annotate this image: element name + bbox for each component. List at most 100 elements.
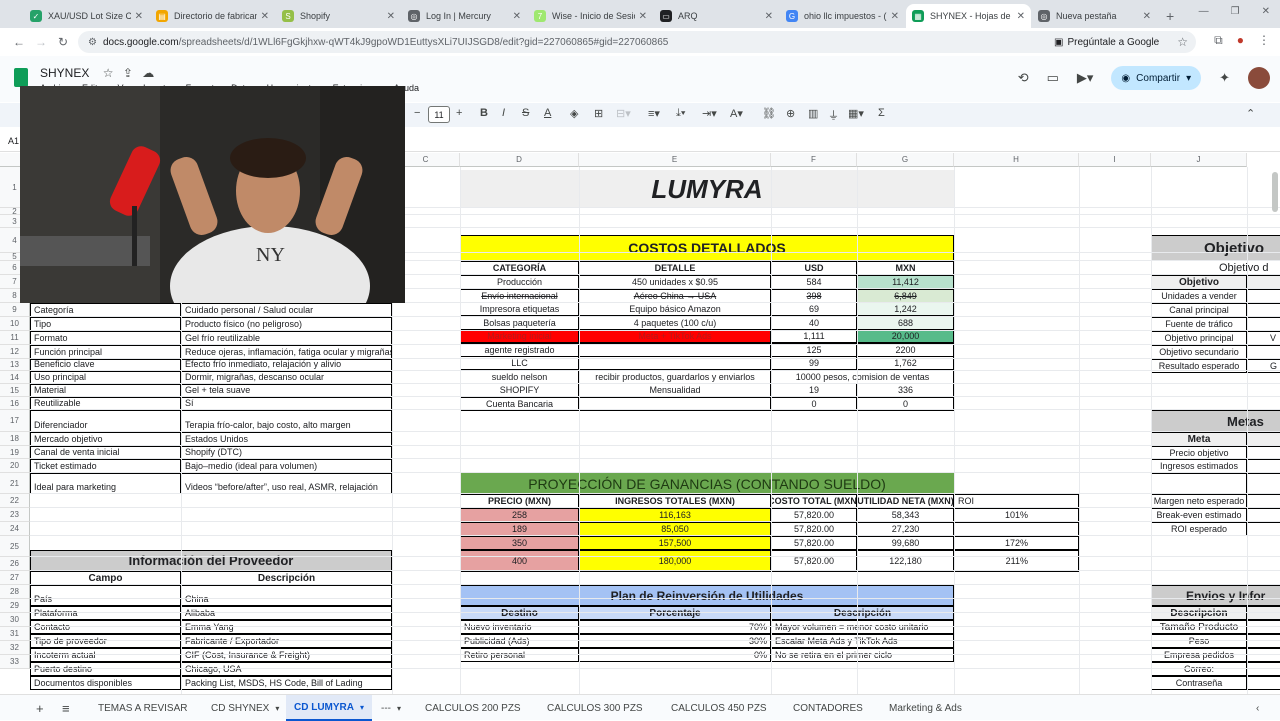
close-tab-icon[interactable]: ✕ bbox=[135, 11, 143, 22]
column-header[interactable]: H bbox=[954, 153, 1079, 167]
restore-icon[interactable]: ❐ bbox=[1231, 6, 1240, 17]
row-header[interactable]: 27 bbox=[0, 571, 30, 585]
new-tab-button[interactable]: + bbox=[1166, 4, 1174, 28]
share-button[interactable]: ◉ Compartir ▾ bbox=[1111, 66, 1202, 90]
row-header[interactable]: 16 bbox=[0, 397, 30, 410]
browser-tab[interactable]: ▤ Directorio de fabrican ✕ bbox=[150, 4, 275, 28]
sheet-tab[interactable]: CD SHYNEX ▾ bbox=[211, 695, 279, 721]
strikethrough-icon[interactable]: S bbox=[522, 107, 529, 119]
browser-tab[interactable]: ◎ Nueva pestaña ✕ bbox=[1032, 4, 1157, 28]
borders-icon[interactable]: ⊞ bbox=[594, 107, 603, 120]
scroll-tabs-left-icon[interactable]: ‹ bbox=[1256, 695, 1259, 721]
sheet-tab-menu-icon[interactable]: ▾ bbox=[397, 704, 401, 713]
sheet-tab-menu-icon[interactable]: ▾ bbox=[275, 704, 279, 713]
gemini-icon[interactable]: ✦ bbox=[1219, 70, 1230, 86]
close-window-icon[interactable]: ✕ bbox=[1262, 6, 1270, 17]
extensions-icon[interactable]: ⧉ bbox=[1214, 33, 1223, 48]
row-header[interactable]: 12 bbox=[0, 345, 30, 359]
browser-tab[interactable]: ◎ Log In | Mercury ✕ bbox=[402, 4, 527, 28]
row-header[interactable]: 28 bbox=[0, 585, 30, 599]
browser-tab[interactable]: 7 Wise - Inicio de Sesió ✕ bbox=[528, 4, 653, 28]
column-header[interactable]: J bbox=[1151, 153, 1247, 167]
back-icon[interactable]: ← bbox=[8, 35, 30, 49]
row-header[interactable]: 17 bbox=[0, 410, 30, 432]
merge-cells-icon[interactable]: ⊟▾ bbox=[616, 107, 631, 120]
browser-tab[interactable]: ▦ SHYNEX - Hojas de c ✕ bbox=[906, 4, 1031, 28]
sheet-tab[interactable]: CALCULOS 300 PZS bbox=[547, 695, 643, 721]
forward-icon[interactable]: → bbox=[30, 35, 52, 49]
fill-color-icon[interactable]: ◈ bbox=[570, 107, 578, 120]
text-color-icon[interactable]: A bbox=[544, 107, 551, 119]
vertical-scrollbar[interactable] bbox=[1272, 172, 1278, 212]
column-header[interactable]: D bbox=[460, 153, 579, 167]
sheet-tab[interactable]: --- ▾ bbox=[381, 695, 401, 721]
close-tab-icon[interactable]: ✕ bbox=[639, 11, 647, 22]
decrease-font-icon[interactable]: − bbox=[414, 107, 420, 119]
sheet-tab[interactable]: CD LUMYRA ▾ bbox=[286, 695, 373, 721]
address-bar[interactable]: ⚙ docs.google.com /spreadsheets/d/1WLl6F… bbox=[78, 31, 1196, 53]
functions-icon[interactable]: Σ bbox=[878, 107, 885, 119]
row-header[interactable]: 29 bbox=[0, 599, 30, 613]
row-header[interactable]: 26 bbox=[0, 557, 30, 571]
meet-icon[interactable]: ▶▾ bbox=[1077, 70, 1094, 86]
add-sheet-button[interactable]: + bbox=[36, 695, 44, 721]
site-info-icon[interactable]: ⚙ bbox=[88, 37, 97, 48]
vertical-align-icon[interactable]: ⤓▾ bbox=[676, 107, 685, 120]
filter-icon[interactable]: ⏚ bbox=[828, 107, 839, 123]
insert-chart-icon[interactable]: ▥ bbox=[808, 107, 818, 120]
row-header[interactable]: 20 bbox=[0, 459, 30, 473]
browser-tab[interactable]: ✓ XAU/USD Lot Size Ca ✕ bbox=[24, 4, 149, 28]
sheet-tab[interactable]: TEMAS A REVISAR bbox=[98, 695, 187, 721]
row-header[interactable]: 19 bbox=[0, 446, 30, 459]
row-header[interactable]: 32 bbox=[0, 641, 30, 655]
sheets-logo-icon[interactable] bbox=[14, 68, 28, 87]
browser-tab[interactable]: ▭ ARQ ✕ bbox=[654, 4, 779, 28]
sheet-tab[interactable]: Marketing & Ads bbox=[889, 695, 962, 721]
column-header[interactable]: F bbox=[771, 153, 857, 167]
close-tab-icon[interactable]: ✕ bbox=[513, 11, 521, 22]
bookmark-star-icon[interactable]: ☆ bbox=[1177, 35, 1188, 49]
browser-tab[interactable]: Gohio llc impuestos - (✕ bbox=[780, 4, 905, 28]
row-header[interactable]: 30 bbox=[0, 613, 30, 627]
column-header[interactable]: G bbox=[857, 153, 954, 167]
sheet-tab-menu-icon[interactable]: ▾ bbox=[360, 703, 364, 712]
row-header[interactable]: 33 bbox=[0, 655, 30, 669]
font-size-input[interactable]: 11 bbox=[428, 106, 450, 123]
sheet-tab[interactable]: CONTADORES bbox=[793, 695, 863, 721]
row-header[interactable]: 24 bbox=[0, 522, 30, 536]
sheet-tab[interactable]: CALCULOS 450 PZS bbox=[671, 695, 767, 721]
increase-font-icon[interactable]: + bbox=[456, 107, 462, 119]
row-header[interactable]: 11 bbox=[0, 331, 30, 345]
close-tab-icon[interactable]: ✕ bbox=[1017, 11, 1025, 22]
profile-icon[interactable]: ● bbox=[1237, 33, 1244, 48]
browser-menu-icon[interactable]: ⋮ bbox=[1258, 33, 1270, 48]
comments-icon[interactable]: ▭ bbox=[1047, 70, 1059, 86]
close-tab-icon[interactable]: ✕ bbox=[1143, 11, 1151, 22]
filter-views-icon[interactable]: ▦▾ bbox=[848, 107, 864, 120]
all-sheets-icon[interactable]: ≡ bbox=[62, 695, 70, 721]
ask-google-button[interactable]: ▣ Pregúntale a Google ☆ bbox=[1054, 31, 1188, 53]
close-tab-icon[interactable]: ✕ bbox=[387, 11, 395, 22]
italic-icon[interactable]: I bbox=[502, 107, 505, 119]
column-header[interactable]: E bbox=[579, 153, 771, 167]
minimize-icon[interactable]: — bbox=[1199, 6, 1209, 17]
row-header[interactable]: 10 bbox=[0, 317, 30, 331]
version-history-icon[interactable]: ⟲ bbox=[1018, 70, 1029, 86]
row-header[interactable]: 21 bbox=[0, 473, 30, 494]
move-icon[interactable]: ⇪ bbox=[123, 66, 133, 80]
bold-icon[interactable]: B bbox=[480, 107, 488, 119]
row-header[interactable]: 9 bbox=[0, 303, 30, 317]
reload-icon[interactable]: ↻ bbox=[52, 35, 74, 49]
horizontal-align-icon[interactable]: ≡▾ bbox=[648, 107, 660, 120]
row-header[interactable]: 15 bbox=[0, 384, 30, 397]
row-header[interactable]: 14 bbox=[0, 371, 30, 384]
row-header[interactable]: 25 bbox=[0, 536, 30, 557]
close-tab-icon[interactable]: ✕ bbox=[765, 11, 773, 22]
chevron-down-icon[interactable]: ▾ bbox=[1186, 73, 1191, 84]
insert-link-icon[interactable]: ⛓ bbox=[762, 107, 776, 120]
avatar[interactable] bbox=[1248, 67, 1270, 89]
text-rotation-icon[interactable]: A▾ bbox=[730, 107, 743, 120]
document-title[interactable]: SHYNEX ☆ ⇪ ☁ bbox=[40, 66, 154, 80]
collapse-menu-icon[interactable]: ⌃ bbox=[1246, 107, 1255, 120]
sheet-tab[interactable]: CALCULOS 200 PZS bbox=[425, 695, 521, 721]
